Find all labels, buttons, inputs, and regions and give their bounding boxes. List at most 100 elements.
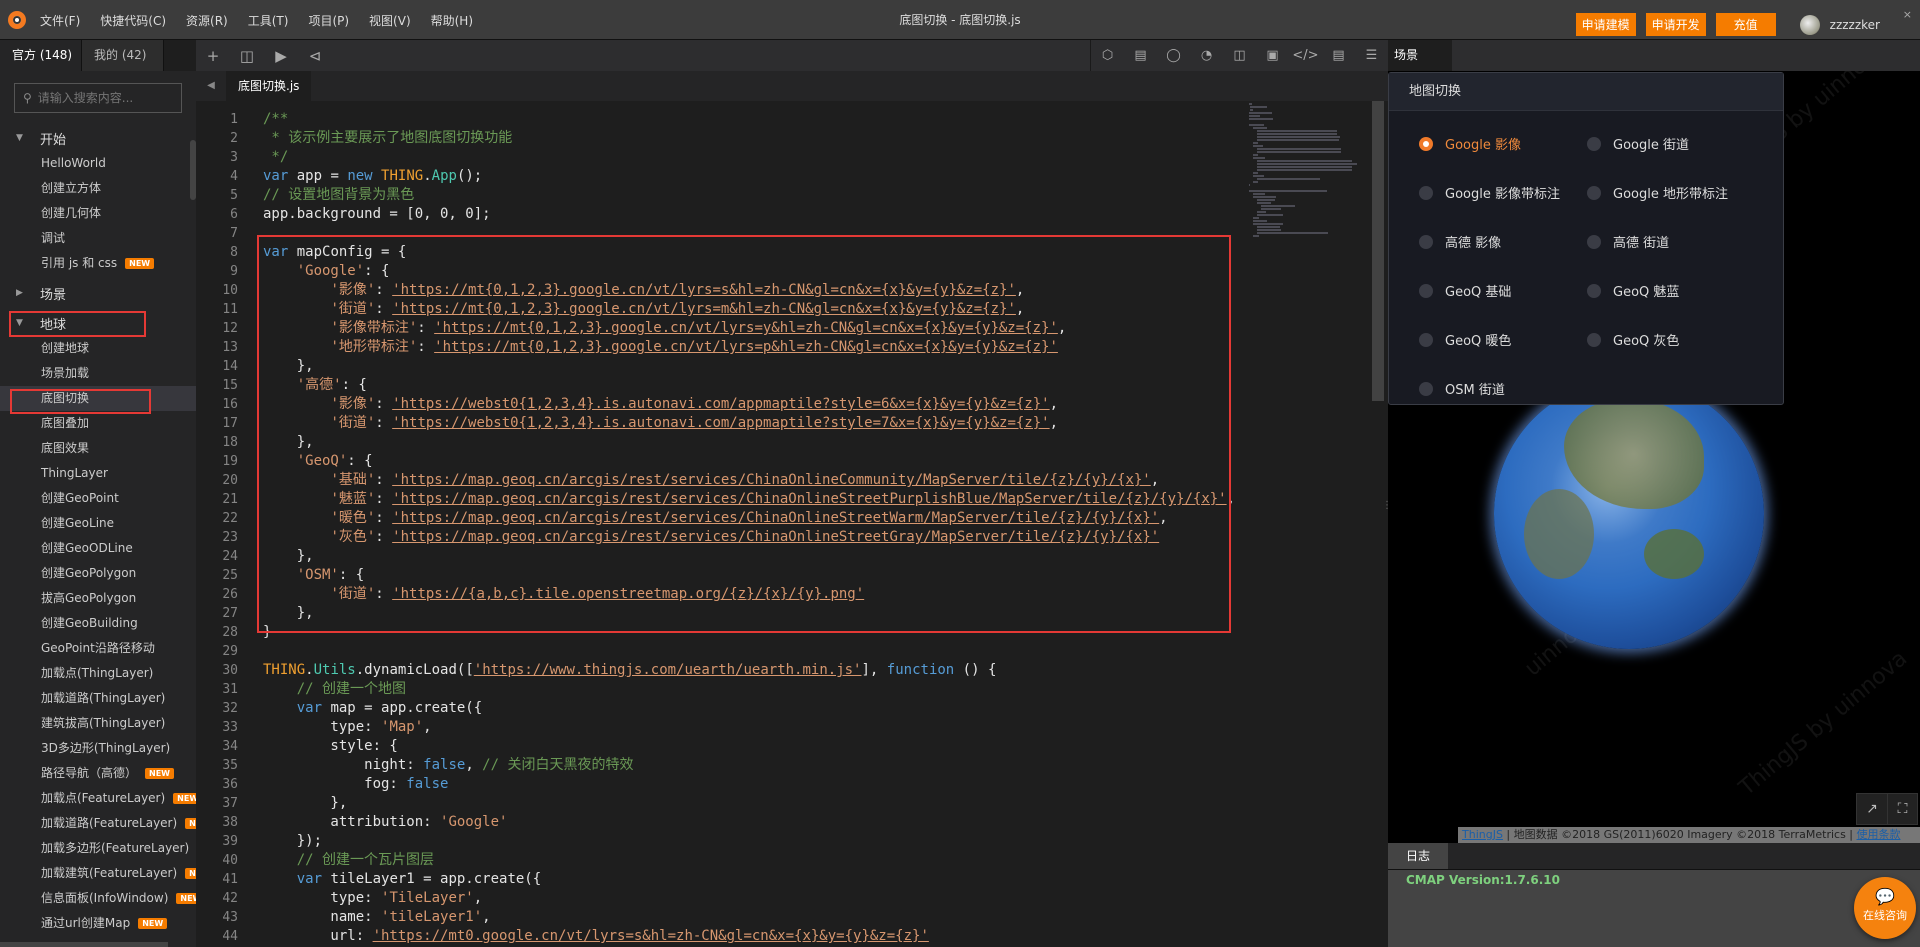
tab-mine[interactable]: 我的 (42)	[82, 40, 164, 71]
basemap-option[interactable]: GeoQ 暖色	[1419, 315, 1587, 364]
online-consult-button[interactable]: 💬 在线咨询	[1854, 877, 1916, 939]
radio-button[interactable]	[1587, 234, 1601, 249]
apply-development-button[interactable]: 申请开发	[1645, 13, 1706, 36]
minimap[interactable]	[1249, 103, 1359, 243]
radio-button[interactable]	[1587, 283, 1601, 298]
menu-item[interactable]: 快捷代码(C)	[100, 14, 166, 28]
radio-button[interactable]	[1419, 381, 1433, 396]
basemap-option[interactable]: GeoQ 灰色	[1587, 315, 1787, 364]
radio-button[interactable]	[1419, 332, 1433, 347]
radio-button[interactable]	[1587, 136, 1601, 151]
radio-button[interactable]	[1419, 283, 1433, 298]
menu-item[interactable]: 工具(T)	[248, 14, 289, 28]
code-icon[interactable]: </>	[1289, 48, 1322, 63]
tree-group[interactable]: ▼ 地球	[0, 310, 196, 336]
fullscreen-icon[interactable]: ⛶	[1887, 794, 1917, 824]
tree-item[interactable]: 创建地球	[0, 336, 196, 361]
basemap-option[interactable]: GeoQ 魅蓝	[1587, 266, 1787, 315]
tree-item[interactable]: 加载道路(ThingLayer)	[0, 686, 196, 711]
tree-item[interactable]: HelloWorld	[0, 151, 196, 176]
menu-item[interactable]: 帮助(H)	[431, 14, 473, 28]
menu-item[interactable]: 项目(P)	[308, 14, 349, 28]
tree-item[interactable]: 加载点(ThingLayer)	[0, 661, 196, 686]
radio-button[interactable]	[1419, 185, 1433, 200]
open-external-icon[interactable]: ↗	[1857, 794, 1887, 824]
code-editor[interactable]: 1/** 2 * 该示例主要展示了地图底图切换功能 3 */4 var app = n…	[196, 101, 1388, 947]
basemap-option[interactable]: Google 影像	[1419, 119, 1587, 168]
tree-item[interactable]: 通过url创建Map NEW	[0, 911, 196, 936]
tree-item[interactable]: 创建GeoPolygon	[0, 561, 196, 586]
tree-item[interactable]: 加载建筑(FeatureLayer) NEW	[0, 861, 196, 886]
tab-log[interactable]: 日志	[1388, 843, 1448, 869]
tree-item[interactable]: 场景加载	[0, 361, 196, 386]
tree-item[interactable]: 底图叠加	[0, 411, 196, 436]
save-icon[interactable]: ◫	[230, 47, 264, 65]
tree-item[interactable]: 创建GeoLine	[0, 511, 196, 536]
radio-button[interactable]	[1587, 185, 1601, 200]
tree-group[interactable]: ▶ 场景	[0, 280, 196, 306]
code-line: 13 '地形带标注': 'https://mt{0,1,2,3}.google.…	[196, 338, 1388, 357]
share-icon[interactable]: ⊲	[298, 47, 332, 65]
tree-item[interactable]: 创建立方体	[0, 176, 196, 201]
sidebar-horizontal-scrollbar[interactable]	[0, 942, 168, 947]
tree-item[interactable]: ThingLayer	[0, 461, 196, 486]
scene-viewport[interactable]: ThingJS by uinnova uinnova ThingJS by ui…	[1388, 71, 1920, 843]
tree-item[interactable]: 信息面板(InfoWindow) NEW	[0, 886, 196, 911]
layout-icon[interactable]: ◫	[1223, 48, 1256, 63]
terms-link[interactable]: 使用条款	[1857, 828, 1901, 841]
radio-button[interactable]	[1587, 332, 1601, 347]
document-icon[interactable]: ▤	[1322, 48, 1355, 63]
menu-item[interactable]: 文件(F)	[40, 14, 80, 28]
tree-item[interactable]: 路径导航（高德） NEW	[0, 761, 196, 786]
tree-item[interactable]: 建筑拔高(ThingLayer)	[0, 711, 196, 736]
tree-item[interactable]: 拔高GeoPolygon	[0, 586, 196, 611]
tree-item[interactable]: 加载点(FeatureLayer) NEW	[0, 786, 196, 811]
tree-item[interactable]: 加载道路(FeatureLayer) NEW	[0, 811, 196, 836]
tree-item[interactable]: GeoPoint沿路径移动	[0, 636, 196, 661]
globe-icon[interactable]: ◯	[1157, 48, 1190, 63]
basemap-option[interactable]: OSM 街道	[1419, 364, 1587, 413]
apply-modeling-button[interactable]: 申请建模	[1575, 13, 1636, 36]
file-tab[interactable]: 底图切换.js	[226, 71, 312, 101]
earth-globe[interactable]	[1494, 379, 1764, 649]
tree-group[interactable]: ▼ 开始	[0, 125, 196, 151]
radio-button[interactable]	[1419, 234, 1433, 249]
avatar[interactable]	[1799, 14, 1820, 35]
cube-icon[interactable]: ⬡	[1091, 48, 1124, 63]
tree-item[interactable]: 底图效果	[0, 436, 196, 461]
menu-item[interactable]: 资源(R)	[186, 14, 228, 28]
search-box[interactable]: ⚲	[14, 83, 182, 113]
tree-item[interactable]: 底图切换	[0, 386, 196, 411]
recharge-button[interactable]: 充值	[1715, 13, 1776, 36]
tab-scene[interactable]: 场景	[1388, 40, 1452, 71]
settings-sliders-icon[interactable]: ☰	[1355, 48, 1388, 63]
basemap-option[interactable]: 高德 街道	[1587, 217, 1787, 266]
image-icon[interactable]: ▣	[1256, 48, 1289, 63]
building-icon[interactable]: ▤	[1124, 48, 1157, 63]
basemap-option[interactable]: Google 影像带标注	[1419, 168, 1587, 217]
basemap-option[interactable]: Google 街道	[1587, 119, 1787, 168]
radio-button[interactable]	[1419, 136, 1433, 151]
tree-item[interactable]: 创建GeoBuilding	[0, 611, 196, 636]
tree-item[interactable]: 3D多边形(ThingLayer)	[0, 736, 196, 761]
menu-item[interactable]: 视图(V)	[369, 14, 411, 28]
basemap-option[interactable]: GeoQ 基础	[1419, 266, 1587, 315]
tree-item[interactable]: 创建几何体	[0, 201, 196, 226]
tree-item[interactable]: 创建GeoODLine	[0, 536, 196, 561]
pie-chart-icon[interactable]: ◔	[1190, 48, 1223, 63]
tree-item[interactable]: 创建GeoPoint	[0, 486, 196, 511]
editor-scrollbar[interactable]	[1372, 101, 1384, 401]
basemap-option[interactable]: Google 地形带标注	[1587, 168, 1787, 217]
tree-item[interactable]: 加载多边形(FeatureLayer)NEW	[0, 836, 196, 861]
tree-item[interactable]: 引用 js 和 css NEW	[0, 251, 196, 276]
basemap-option[interactable]: 高德 影像	[1419, 217, 1587, 266]
search-input[interactable]	[37, 91, 168, 105]
tab-official[interactable]: 官方 (148)	[0, 40, 82, 71]
tree-item[interactable]: 调试	[0, 226, 196, 251]
username[interactable]: zzzzzker	[1830, 18, 1880, 32]
close-icon[interactable]: ×	[1903, 8, 1912, 21]
plus-icon[interactable]: +	[196, 47, 230, 65]
thingjs-link[interactable]: ThingJS	[1462, 828, 1503, 841]
run-icon[interactable]: ▶	[264, 47, 298, 65]
collapse-sidebar-icon[interactable]: ◀	[196, 71, 226, 101]
